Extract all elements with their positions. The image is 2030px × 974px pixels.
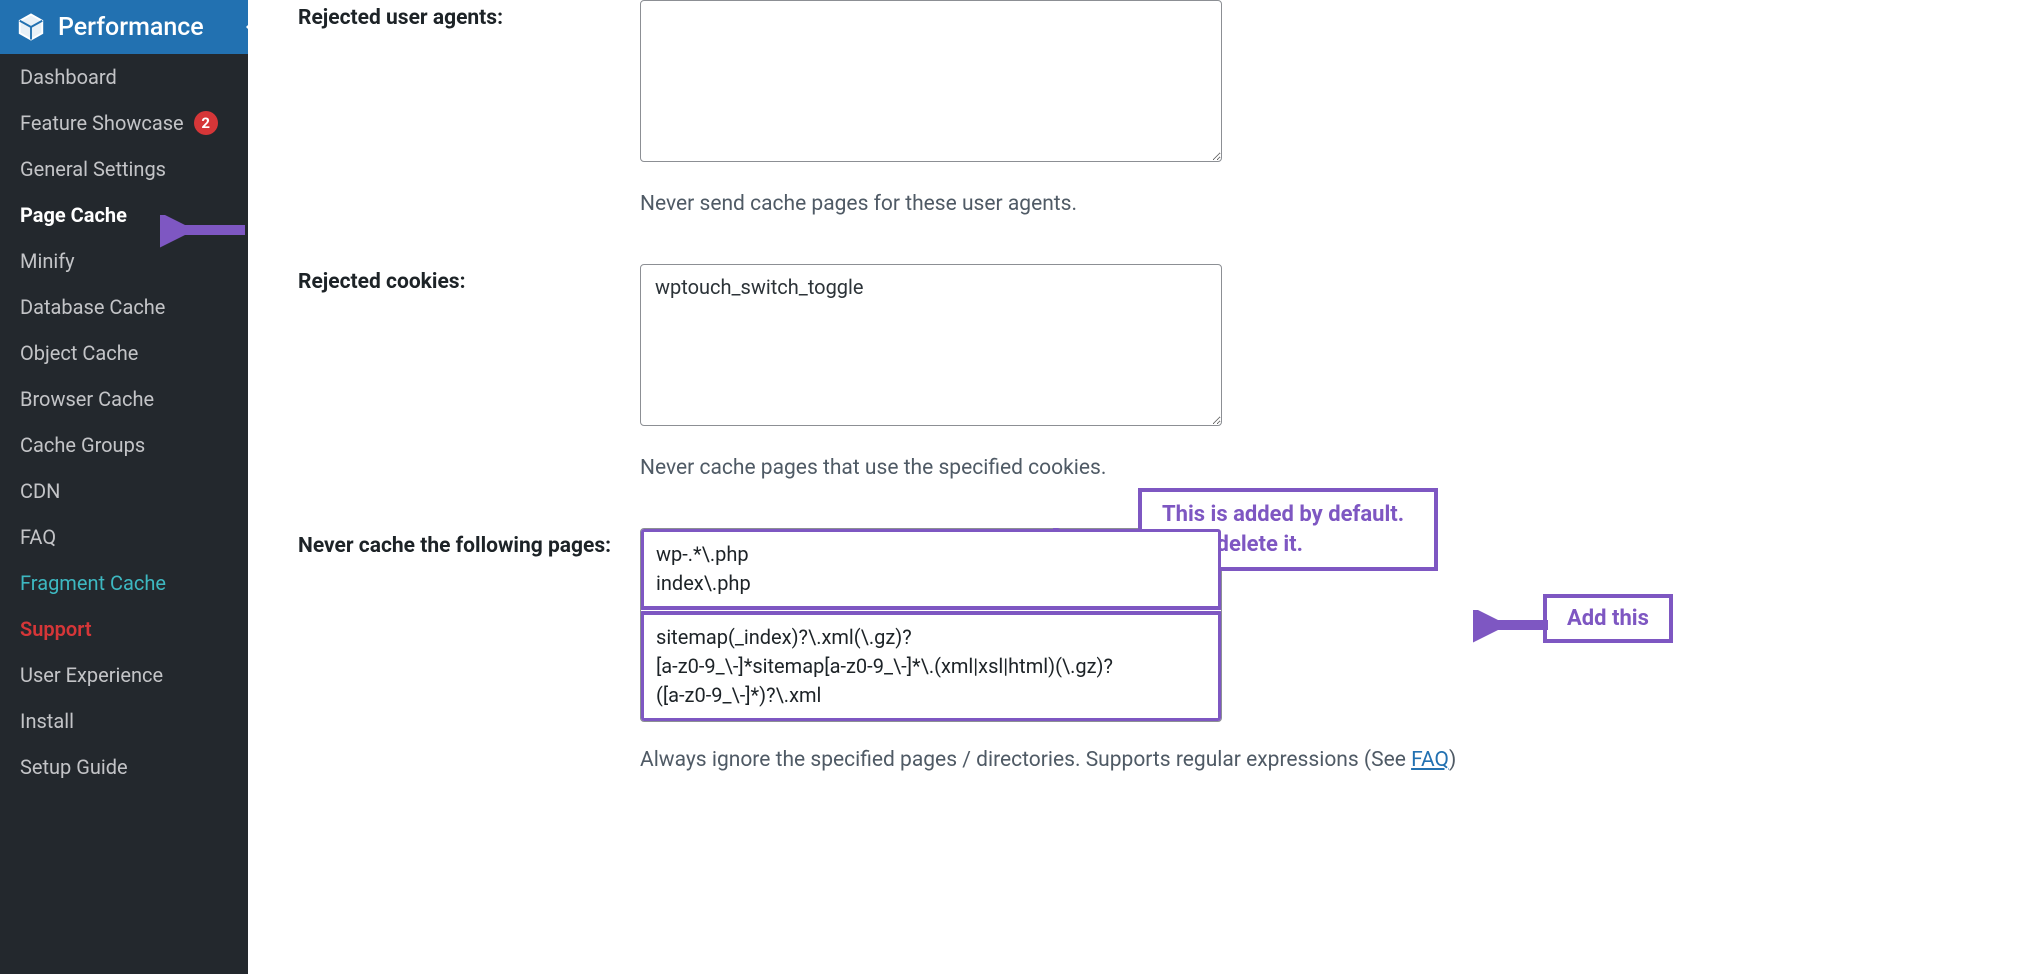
sidebar-item-label: Install bbox=[20, 709, 74, 733]
never-cache-default-lines: wp-.*\.php index\.php bbox=[640, 528, 1222, 610]
arrow-left-icon bbox=[1473, 610, 1553, 650]
never-cache-textarea-wrap: wp-.*\.php index\.php sitemap(_index)?\.… bbox=[640, 528, 1222, 722]
content-area: Rejected user agents: Never send cache p… bbox=[248, 0, 2030, 974]
rejected-cookies-input[interactable] bbox=[640, 264, 1222, 426]
sidebar-item-label: Fragment Cache bbox=[20, 571, 166, 595]
sidebar-item-label: Dashboard bbox=[20, 65, 117, 89]
field-help: Never send cache pages for these user ag… bbox=[640, 192, 1520, 216]
field-help: Never cache pages that use the specified… bbox=[640, 456, 1520, 480]
sidebar-item-setup-guide[interactable]: Setup Guide bbox=[0, 744, 248, 790]
field-rejected-user-agents: Rejected user agents: Never send cache p… bbox=[298, 0, 1980, 216]
field-label: Rejected cookies: bbox=[298, 264, 640, 294]
sidebar-item-label: Support bbox=[20, 617, 92, 641]
sidebar-item-faq[interactable]: FAQ bbox=[0, 514, 248, 560]
annotation-add-this-box: Add this bbox=[1543, 594, 1673, 643]
sidebar-item-browser-cache[interactable]: Browser Cache bbox=[0, 376, 248, 422]
rejected-user-agents-input[interactable] bbox=[640, 0, 1222, 162]
sidebar-item-label: Cache Groups bbox=[20, 433, 145, 457]
help-text: Always ignore the specified pages / dire… bbox=[640, 748, 1411, 772]
sidebar-header-label: Performance bbox=[58, 13, 204, 42]
sidebar-item-general-settings[interactable]: General Settings bbox=[0, 146, 248, 192]
sidebar-item-label: User Experience bbox=[20, 663, 163, 687]
sidebar-item-label: General Settings bbox=[20, 157, 166, 181]
sidebar-item-cache-groups[interactable]: Cache Groups bbox=[0, 422, 248, 468]
field-rejected-cookies: Rejected cookies: Never cache pages that… bbox=[298, 264, 1980, 480]
sidebar: Performance Dashboard Feature Showcase 2 … bbox=[0, 0, 248, 974]
help-text-end: ) bbox=[1449, 748, 1456, 772]
sidebar-item-user-experience[interactable]: User Experience bbox=[0, 652, 248, 698]
notification-badge: 2 bbox=[194, 111, 218, 135]
cube-icon bbox=[16, 12, 46, 42]
sidebar-item-support[interactable]: Support bbox=[0, 606, 248, 652]
sidebar-item-label: Setup Guide bbox=[20, 755, 128, 779]
sidebar-item-label: Browser Cache bbox=[20, 387, 154, 411]
sidebar-item-label: Minify bbox=[20, 249, 75, 273]
sidebar-item-cdn[interactable]: CDN bbox=[0, 468, 248, 514]
sidebar-item-install[interactable]: Install bbox=[0, 698, 248, 744]
sidebar-item-minify[interactable]: Minify bbox=[0, 238, 248, 284]
field-label: Never cache the following pages: bbox=[298, 528, 640, 558]
sidebar-item-label: Feature Showcase bbox=[20, 111, 184, 135]
sidebar-item-fragment-cache[interactable]: Fragment Cache bbox=[0, 560, 248, 606]
sidebar-item-page-cache[interactable]: Page Cache bbox=[0, 192, 248, 238]
sidebar-item-label: FAQ bbox=[20, 525, 56, 549]
sidebar-item-object-cache[interactable]: Object Cache bbox=[0, 330, 248, 376]
sidebar-item-feature-showcase[interactable]: Feature Showcase 2 bbox=[0, 100, 248, 146]
sidebar-item-label: Page Cache bbox=[20, 203, 127, 227]
sidebar-header-performance[interactable]: Performance bbox=[0, 0, 248, 54]
field-label: Rejected user agents: bbox=[298, 0, 640, 30]
sidebar-item-database-cache[interactable]: Database Cache bbox=[0, 284, 248, 330]
sidebar-menu: Dashboard Feature Showcase 2 General Sett… bbox=[0, 54, 248, 790]
field-help: Always ignore the specified pages / dire… bbox=[640, 748, 1520, 772]
sidebar-item-dashboard[interactable]: Dashboard bbox=[0, 54, 248, 100]
field-never-cache-pages: Never cache the following pages: wp-.*\.… bbox=[298, 528, 1980, 772]
faq-link[interactable]: FAQ bbox=[1411, 748, 1449, 772]
never-cache-added-lines: sitemap(_index)?\.xml(\.gz)? [a-z0-9_\-]… bbox=[640, 611, 1222, 722]
sidebar-item-label: CDN bbox=[20, 479, 60, 503]
never-cache-input[interactable]: wp-.*\.php index\.php sitemap(_index)?\.… bbox=[640, 528, 1222, 722]
sidebar-item-label: Database Cache bbox=[20, 295, 165, 319]
sidebar-item-label: Object Cache bbox=[20, 341, 138, 365]
